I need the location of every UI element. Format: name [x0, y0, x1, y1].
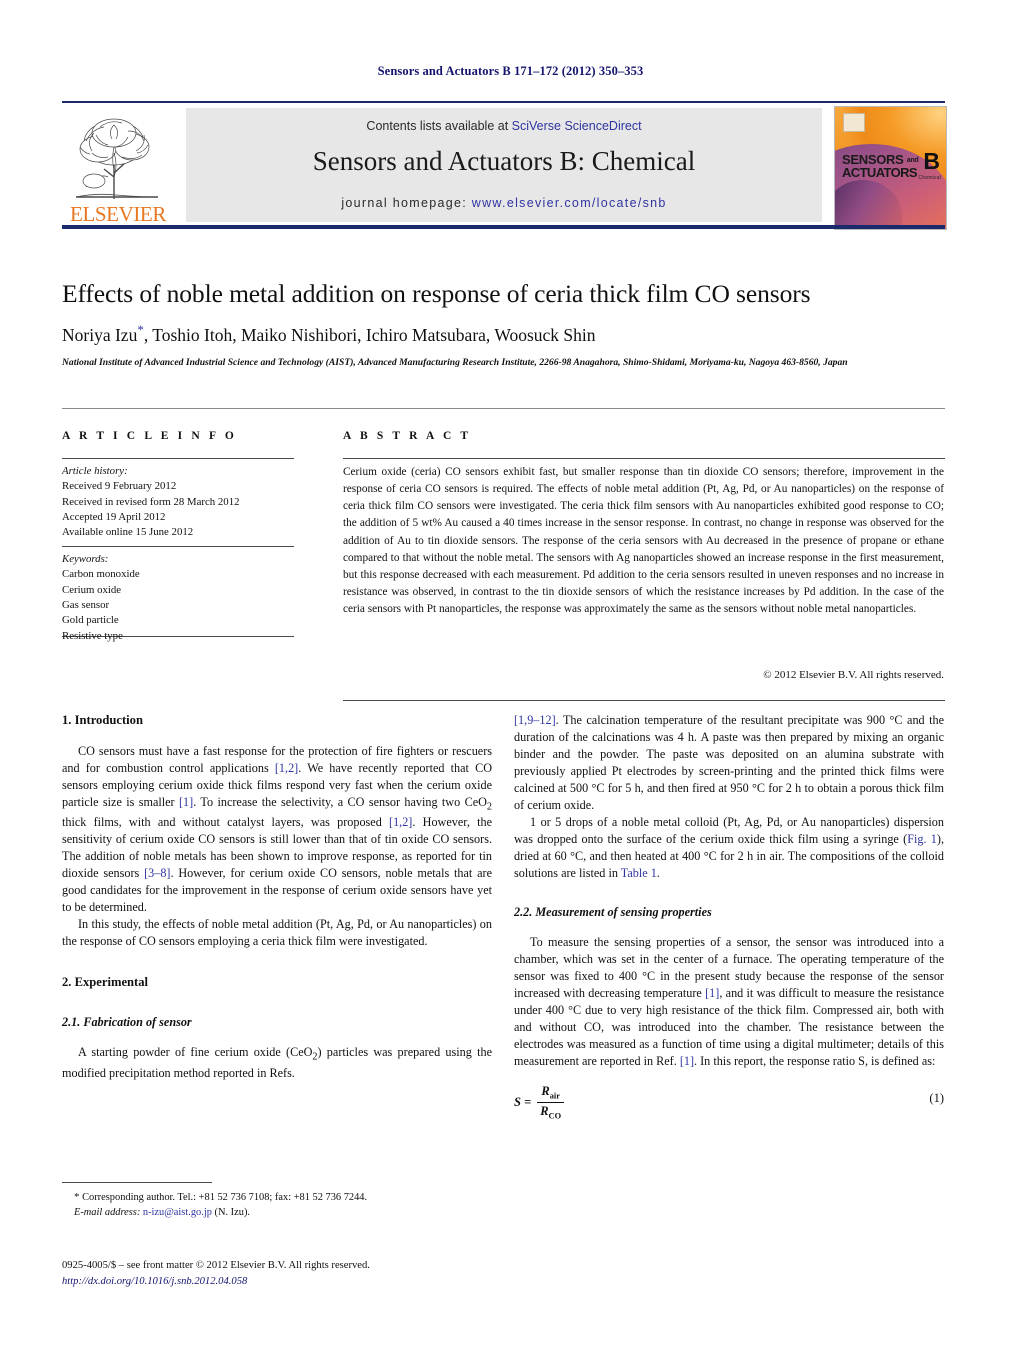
keyword-item: Gold particle [62, 614, 119, 627]
text-run: thick films, with and without catalyst l… [62, 815, 390, 830]
keyword-item: Gas sensor [62, 598, 110, 611]
author-first: Noriya Izu [62, 324, 138, 345]
body-column-left: 1. Introduction CO sensors must have a f… [62, 712, 492, 1082]
article-info-rule-2 [62, 546, 294, 547]
footnote-rule [62, 1182, 212, 1183]
history-item: Received in revised form 28 March 2012 [62, 495, 240, 508]
journal-cover-thumbnail: SENSORS and ACTUATORS B Chemical [834, 106, 947, 230]
cover-letter-b: B [923, 148, 940, 174]
affiliation: National Institute of Advanced Industria… [62, 357, 848, 368]
contents-lists-line: Contents lists available at SciVerse Sci… [186, 119, 822, 133]
citation-link[interactable]: [1] [179, 795, 193, 809]
figure-reference-link[interactable]: Fig. 1 [907, 832, 937, 846]
imprint-line: 0925-4005/$ – see front matter © 2012 El… [62, 1260, 370, 1271]
citation-link[interactable]: [1,2] [275, 761, 298, 775]
corresponding-author-footnote: * Corresponding author. Tel.: +81 52 736… [62, 1190, 502, 1221]
fabrication-paragraph-1-part: A starting powder of fine cerium oxide (… [62, 1044, 492, 1082]
section-heading-introduction: 1. Introduction [62, 713, 143, 727]
imprint-block: 0925-4005/$ – see front matter © 2012 El… [62, 1258, 502, 1290]
author-list: Noriya Izu*, Toshio Itoh, Maiko Nishibor… [62, 322, 942, 346]
abstract-rule-top [343, 458, 945, 459]
journal-title: Sensors and Actuators B: Chemical [312, 146, 696, 176]
text-run: Corresponding author. Tel.: +81 52 736 7… [79, 1192, 368, 1203]
footnote-line-1: * Corresponding author. Tel.: +81 52 736… [62, 1190, 502, 1206]
text-run: R [540, 1104, 549, 1119]
citation-link[interactable]: [1] [680, 1054, 694, 1068]
abstract-heading: A B S T R A C T [343, 430, 472, 442]
elsevier-wordmark: ELSEVIER [70, 202, 166, 226]
text-run: . To increase the selectivity, a CO sens… [193, 794, 487, 809]
text-run: . The calcination temperature of the res… [514, 713, 944, 813]
email-owner: (N. Izu). [214, 1206, 251, 1218]
equation-numerator: Rair [538, 1084, 563, 1102]
article-info-heading: A R T I C L E I N F O [62, 430, 237, 442]
text-run: 1 or 5 drops of a noble metal colloid (P… [514, 815, 944, 847]
measurement-paragraph-1: To measure the sensing properties of a s… [514, 934, 944, 1070]
keyword-item: Cerium oxide [62, 583, 122, 596]
citation-link[interactable]: [1] [705, 986, 719, 1000]
cover-and: and [906, 157, 919, 165]
keyword-item: Resistive type [62, 629, 123, 642]
doi-link[interactable]: http://dx.doi.org/10.1016/j.snb.2012.04.… [62, 1274, 502, 1290]
cover-subtitle: Chemical [918, 175, 941, 181]
page-title: Effects of noble metal addition on respo… [62, 279, 811, 308]
cover-elsevier-mark-icon [843, 113, 865, 132]
homepage-prefix: journal homepage: [341, 196, 472, 210]
text-run: . [656, 866, 660, 881]
history-item: Accepted 19 April 2012 [62, 510, 166, 523]
text-run: R [541, 1084, 550, 1099]
abstract-rule-bottom [343, 700, 945, 701]
citation-link[interactable]: [1,2] [389, 815, 412, 829]
abstract-copyright: © 2012 Elsevier B.V. All rights reserved… [763, 669, 944, 681]
keywords-block: Keywords: Carbon monoxide Cerium oxide G… [62, 552, 302, 644]
subscript: 2 [486, 801, 492, 813]
contents-prefix: Contents lists available at [366, 119, 512, 133]
info-abstract-top-rule [62, 408, 945, 409]
text-run: . In this report, the response ratio S, … [694, 1054, 936, 1069]
author-rest: , Toshio Itoh, Maiko Nishibori, Ichiro M… [143, 324, 596, 345]
subsection-heading-fabrication: 2.1. Fabrication of sensor [62, 1014, 192, 1029]
journal-masthead: ELSEVIER Contents lists available at Sci… [62, 101, 947, 230]
elsevier-tree-icon [75, 118, 159, 199]
subscript: CO [548, 1111, 562, 1121]
subscript: air [549, 1091, 560, 1101]
masthead-center-panel: Contents lists available at SciVerse Sci… [186, 108, 822, 222]
history-item: Received 9 February 2012 [62, 480, 177, 493]
fabrication-paragraph-1-continued: [1,9–12]. The calcination temperature of… [514, 712, 944, 814]
equation-fraction: Rair RCO [537, 1084, 565, 1121]
citation-link[interactable]: [3–8] [144, 866, 170, 880]
elsevier-logo: ELSEVIER [62, 107, 174, 227]
paper-page: Sensors and Actuators B 171–172 (2012) 3… [0, 0, 1021, 1351]
masthead-top-rule [62, 101, 945, 103]
body-column-right: [1,9–12]. The calcination temperature of… [514, 712, 944, 1126]
equation-1: S = Rair RCO (1) [514, 1084, 944, 1126]
footnote-line-2: E-mail address: n-izu@aist.go.jp (N. Izu… [62, 1206, 502, 1221]
masthead-bottom-rule [62, 225, 945, 229]
history-item: Available online 15 June 2012 [62, 526, 194, 539]
abstract-text: Cerium oxide (ceria) CO sensors exhibit … [343, 466, 944, 616]
keywords-heading: Keywords: [62, 553, 109, 565]
journal-homepage-line: journal homepage: www.elsevier.com/locat… [186, 196, 822, 210]
equation-number: (1) [929, 1091, 944, 1106]
intro-paragraph-1: CO sensors must have a fast response for… [62, 743, 492, 917]
running-head: Sensors and Actuators B 171–172 (2012) 3… [377, 64, 644, 78]
equation-lhs: S = [514, 1094, 532, 1109]
fabrication-paragraph-2: 1 or 5 drops of a noble metal colloid (P… [514, 814, 944, 882]
article-history: Article history: Received 9 February 201… [62, 464, 302, 541]
sciencedirect-link[interactable]: SciVerse ScienceDirect [512, 119, 642, 133]
journal-homepage-link[interactable]: www.elsevier.com/locate/snb [472, 196, 667, 210]
article-history-heading: Article history: [62, 465, 128, 477]
citation-link[interactable]: [1,9–12] [514, 713, 556, 727]
text-run: A starting powder of fine cerium oxide (… [78, 1044, 313, 1059]
table-reference-link[interactable]: Table 1 [621, 866, 657, 880]
article-info-rule-1 [62, 458, 294, 459]
keyword-item: Carbon monoxide [62, 568, 140, 581]
email-label: E-mail address: [74, 1206, 141, 1218]
equation-body: S = Rair RCO [514, 1084, 565, 1121]
subsection-heading-measurement: 2.2. Measurement of sensing properties [514, 905, 712, 920]
email-link[interactable]: n-izu@aist.go.jp [143, 1207, 212, 1218]
equation-denominator: RCO [537, 1102, 565, 1121]
section-heading-experimental: 2. Experimental [62, 975, 149, 990]
intro-paragraph-2: In this study, the effects of noble meta… [62, 917, 492, 949]
